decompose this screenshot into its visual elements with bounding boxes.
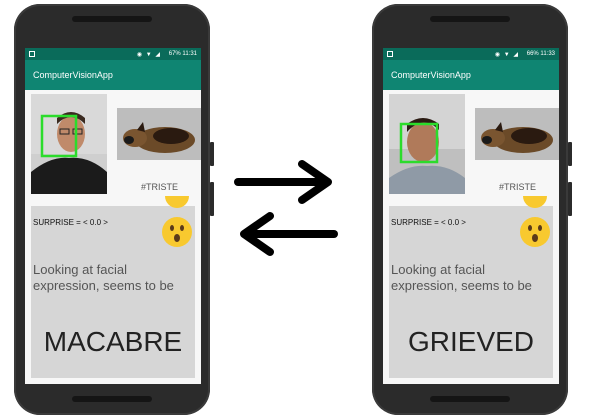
looking-text: Looking at facial expression, seems to b… — [33, 262, 174, 293]
dog-photo — [475, 108, 559, 160]
speaker-top — [72, 16, 152, 22]
dog-photo — [117, 108, 201, 160]
status-icons: ◉ ▼ ◢ — [136, 52, 161, 58]
speaker-bottom — [72, 396, 152, 402]
surprised-face-icon — [520, 217, 550, 247]
surprise-score: SURPRISE = < 0.0 > — [33, 218, 108, 227]
emoji-peek-icon — [523, 196, 547, 208]
status-bar: ◉ ▼ ◢ 67% 11:31 — [25, 48, 201, 60]
content: #TRISTE SURPRISE = < 0.0 > Looking at fa… — [383, 90, 559, 384]
looking-text: Looking at facial expression, seems to b… — [391, 262, 532, 293]
app-title: ComputerVisionApp — [33, 70, 113, 80]
emotion-result: GRIEVED — [407, 326, 535, 357]
result-panel: SURPRISE = < 0.0 > Looking at facial exp… — [389, 196, 553, 378]
app-bar: ComputerVisionApp — [25, 60, 201, 90]
power-button — [210, 182, 214, 216]
face-photo — [389, 94, 465, 194]
status-icons: ◉ ▼ ◢ — [494, 52, 519, 58]
status-bar: ◉ ▼ ◢ 66% 11:33 — [383, 48, 559, 60]
phone-right: ◉ ▼ ◢ 66% 11:33 ComputerVisionApp #TRIST… — [372, 4, 572, 415]
app-bar: ComputerVisionApp — [383, 60, 559, 90]
speaker-bottom — [430, 396, 510, 402]
status-time: 66% 11:33 — [526, 51, 555, 57]
screen: ◉ ▼ ◢ 67% 11:31 ComputerVisionApp #TRIST… — [25, 48, 201, 384]
surprise-score: SURPRISE = < 0.0 > — [391, 218, 466, 227]
result-panel: SURPRISE = < 0.0 > Looking at facial exp… — [31, 196, 195, 378]
status-time: 67% 11:31 — [168, 51, 197, 57]
face-photo — [31, 94, 107, 194]
volume-button — [210, 142, 214, 166]
content: #TRISTE SURPRISE = < 0.0 > Looking at fa… — [25, 90, 201, 384]
image-notification-icon — [29, 51, 35, 57]
hashtag-label: #TRISTE — [141, 182, 179, 192]
power-button — [568, 182, 572, 216]
speaker-top — [430, 16, 510, 22]
swap-arrows-icon — [234, 160, 338, 256]
volume-button — [568, 142, 572, 166]
surprised-face-icon — [162, 217, 192, 247]
app-title: ComputerVisionApp — [391, 70, 471, 80]
screen: ◉ ▼ ◢ 66% 11:33 ComputerVisionApp #TRIST… — [383, 48, 559, 384]
image-notification-icon — [387, 51, 393, 57]
emotion-result: MACABRE — [43, 326, 183, 357]
emoji-peek-icon — [165, 196, 189, 208]
phone-left: ◉ ▼ ◢ 67% 11:31 ComputerVisionApp #TRIST… — [14, 4, 214, 415]
hashtag-label: #TRISTE — [499, 182, 537, 192]
